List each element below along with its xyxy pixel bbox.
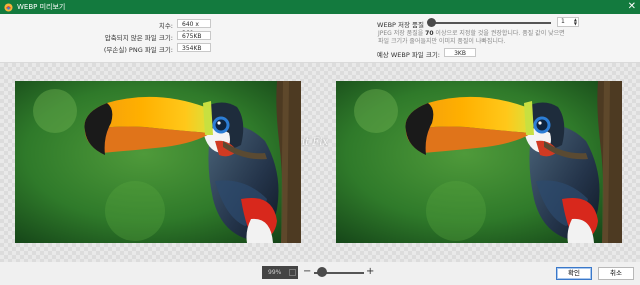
- estimated-size-value: 3KB: [444, 48, 476, 57]
- original-image: [15, 81, 301, 243]
- zoom-in-button[interactable]: +: [366, 266, 374, 278]
- bottom-bar: 99% − + 확인 취소: [0, 262, 640, 285]
- estimated-size-label: 예상 WEBP 파일 크기:: [376, 51, 440, 59]
- spinner-arrows-icon[interactable]: ▲ ▼: [574, 18, 577, 26]
- zoom-percent: 99%: [268, 269, 282, 276]
- quality-spinbox[interactable]: 1 ▲ ▼: [557, 17, 579, 27]
- note-bold-value: 70: [425, 30, 434, 37]
- preview-area: it Fix: [0, 63, 640, 262]
- close-icon[interactable]: ✕: [628, 1, 636, 12]
- ok-button[interactable]: 확인: [556, 267, 592, 280]
- note-text-tail: 이상으로 지정할 것을 권장합니다. 품질 값이 낮으면: [433, 30, 565, 37]
- quality-label: WEBP 저장 품질: [377, 21, 424, 29]
- dimensions-label: 치수:: [158, 22, 173, 30]
- cancel-button[interactable]: 취소: [598, 267, 634, 280]
- quality-note-line2: 파일 크기가 줄어들지만 이미지 품질이 나빠집니다.: [378, 38, 506, 45]
- dimensions-value: 640 x 360: [177, 19, 211, 37]
- uncompressed-size-value: 675KB: [177, 31, 211, 40]
- png-size-value: 354KB: [177, 43, 211, 52]
- window-title: WEBP 미리보기: [17, 3, 66, 11]
- toucan-image: [15, 81, 301, 243]
- webp-preview-image: [336, 81, 622, 243]
- fit-icon[interactable]: [289, 269, 296, 276]
- quality-note-line1: JPEG 저장 품질을 70 이상으로 지정할 것을 권장합니다. 품질 값이 …: [378, 30, 638, 38]
- quality-slider-track[interactable]: [431, 22, 551, 24]
- quality-value: 1: [561, 18, 565, 25]
- quality-slider-thumb[interactable]: [427, 18, 436, 27]
- info-panel: 치수: 640 x 360 압축되지 않은 파일 크기: 675KB (무손실)…: [0, 14, 640, 63]
- zoom-slider-thumb[interactable]: [317, 267, 327, 277]
- png-size-label: (무손실) PNG 파일 크기:: [103, 46, 173, 54]
- toucan-image: [336, 81, 622, 243]
- quality-slider[interactable]: [427, 18, 551, 27]
- watermark-text: it Fix: [302, 137, 329, 148]
- zoom-out-button[interactable]: −: [303, 266, 311, 278]
- zoom-display: 99%: [262, 266, 298, 279]
- note-text: JPEG 저장 품질을: [378, 30, 426, 37]
- app-icon: [4, 2, 13, 12]
- uncompressed-size-label: 압축되지 않은 파일 크기:: [104, 34, 173, 42]
- title-bar: WEBP 미리보기 ✕: [0, 0, 640, 14]
